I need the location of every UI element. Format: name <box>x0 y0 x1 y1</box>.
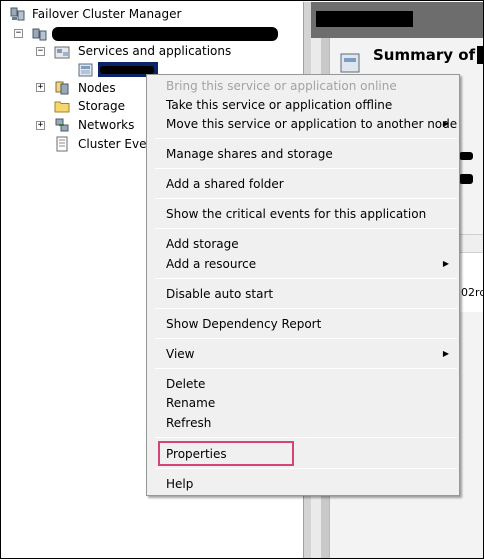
menu-item-disable-auto-start[interactable]: Disable auto start <box>149 284 457 304</box>
properties-highlight-box <box>158 441 294 466</box>
menu-item-label: Disable auto start <box>166 287 274 301</box>
nodes-icon <box>54 80 70 96</box>
storage-folder-icon <box>54 98 70 114</box>
menu-item-label: Refresh <box>166 416 212 430</box>
menu-separator <box>155 198 457 199</box>
redacted-summary-name <box>477 46 483 64</box>
menu-item-label: Add a resource <box>166 257 257 271</box>
services-folder-icon <box>54 44 70 60</box>
redacted-detail-2 <box>459 174 473 184</box>
menu-item-delete[interactable]: Delete <box>149 374 457 394</box>
menu-item-add-shared-folder[interactable]: Add a shared folder <box>149 174 457 194</box>
details-row-text: 02rd <box>461 286 484 299</box>
menu-separator <box>155 278 457 279</box>
menu-item-label: Help <box>166 477 194 491</box>
menu-item-bring-online[interactable]: Bring this service or application online <box>149 76 457 96</box>
tree-storage-label[interactable]: Storage <box>78 99 125 113</box>
menu-separator <box>155 368 457 369</box>
submenu-arrow-icon: ▶ <box>442 259 449 268</box>
summary-title: Summary of <box>373 46 476 64</box>
menu-item-label: Move this service or application to anot… <box>166 117 458 131</box>
menu-item-refresh[interactable]: Refresh <box>149 413 457 433</box>
menu-separator <box>155 168 457 169</box>
tree-events-label[interactable]: Cluster Eve <box>78 137 146 151</box>
menu-item-label: View <box>166 347 195 361</box>
networks-icon <box>54 117 70 133</box>
menu-item-move-to-node[interactable]: Move this service or application to anot… <box>149 114 457 134</box>
collapse-services-toggle[interactable]: − <box>36 47 45 56</box>
submenu-arrow-icon: ▶ <box>442 119 449 128</box>
menu-item-take-offline[interactable]: Take this service or application offline <box>149 95 457 115</box>
menu-item-manage-shares[interactable]: Manage shares and storage <box>149 144 457 164</box>
menu-item-label: Show Dependency Report <box>166 317 322 331</box>
menu-item-dependency-report[interactable]: Show Dependency Report <box>149 314 457 334</box>
expand-nodes-toggle[interactable]: + <box>36 83 45 92</box>
menu-item-rename[interactable]: Rename <box>149 393 457 413</box>
menu-item-label: Add storage <box>166 237 239 251</box>
menu-separator <box>155 338 457 339</box>
redacted-header-title <box>316 11 413 27</box>
menu-item-label: Manage shares and storage <box>166 147 333 161</box>
menu-item-add-resource[interactable]: Add a resource ▶ <box>149 254 457 274</box>
menu-item-label: Take this service or application offline <box>166 98 393 112</box>
summary-icon <box>339 52 363 76</box>
menu-item-add-storage[interactable]: Add storage <box>149 234 457 254</box>
cluster-events-icon <box>54 136 70 152</box>
menu-separator <box>155 468 457 469</box>
cluster-icon <box>32 26 48 42</box>
context-menu: Bring this service or application online… <box>146 74 460 496</box>
menu-item-label: Add a shared folder <box>166 177 284 191</box>
submenu-arrow-icon: ▶ <box>442 349 449 358</box>
menu-item-critical-events[interactable]: Show the critical events for this applic… <box>149 204 457 224</box>
menu-item-label: Bring this service or application online <box>166 79 397 93</box>
menu-item-label: Show the critical events for this applic… <box>166 207 427 221</box>
menu-separator <box>155 308 457 309</box>
tree-services-label[interactable]: Services and applications <box>78 44 231 58</box>
window-frame: Failover Cluster Manager − − Services an… <box>0 0 484 559</box>
selected-service-scribble <box>100 66 154 74</box>
cluster-manager-icon <box>10 6 26 22</box>
menu-separator <box>155 437 457 438</box>
menu-separator <box>155 228 457 229</box>
expand-networks-toggle[interactable]: + <box>36 121 45 130</box>
tree-root-label[interactable]: Failover Cluster Manager <box>32 7 181 21</box>
tree-networks-label[interactable]: Networks <box>78 118 134 132</box>
menu-item-label: Delete <box>166 377 206 391</box>
redacted-detail-1 <box>459 152 473 160</box>
menu-item-view[interactable]: View ▶ <box>149 344 457 364</box>
collapse-cluster-toggle[interactable]: − <box>14 29 23 38</box>
tree-nodes-label[interactable]: Nodes <box>78 81 116 95</box>
menu-item-label: Rename <box>166 396 216 410</box>
menu-item-help[interactable]: Help <box>149 474 457 494</box>
redacted-cluster-name <box>52 27 278 41</box>
service-app-icon <box>78 62 94 78</box>
menu-separator <box>155 138 457 139</box>
